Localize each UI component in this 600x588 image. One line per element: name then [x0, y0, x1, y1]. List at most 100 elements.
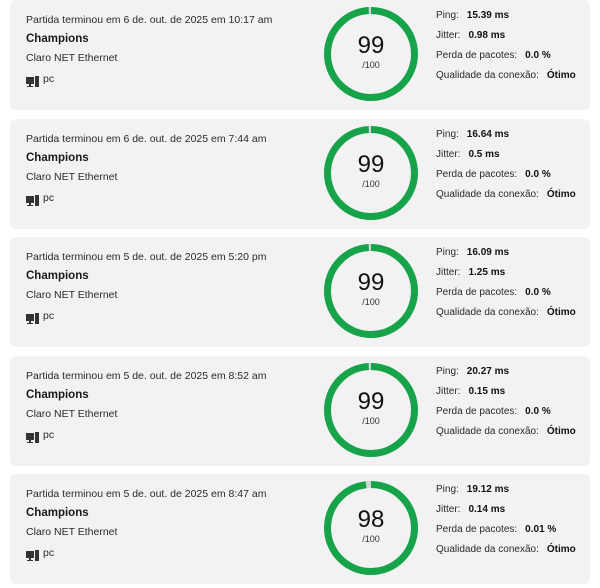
device-info: pc [26, 309, 55, 324]
ping-value: 16.09 ms [466, 247, 510, 258]
score-out-of: /100 [362, 416, 380, 426]
match-info: Partida terminou em 5 de. out. de 2025 e… [26, 237, 316, 347]
device-label: pc [43, 429, 55, 441]
connection-quality-stat: Qualidade da conexão: Ótimo [436, 189, 576, 200]
connection-score-gauge: 99 /100 [321, 123, 421, 223]
connection-quality-value: Ótimo [546, 426, 576, 437]
computer-icon [26, 430, 39, 443]
packet-loss-stat: Perda de pacotes: 0.0 % [436, 287, 551, 298]
match-card[interactable]: Partida terminou em 6 de. out. de 2025 e… [10, 0, 590, 110]
match-ended-text: Partida terminou em 5 de. out. de 2025 e… [26, 251, 267, 263]
device-label: pc [43, 192, 55, 204]
device-info: pc [26, 546, 55, 561]
computer-icon [26, 311, 39, 324]
packet-loss-label: Perda de pacotes: [436, 406, 518, 417]
computer-icon [26, 74, 39, 87]
network-name: Claro NET Ethernet [26, 526, 118, 538]
packet-loss-value: 0.0 % [525, 406, 551, 417]
connection-quality-label: Qualidade da conexão: [436, 189, 539, 200]
jitter-value: 0.98 ms [468, 30, 506, 41]
ping-stat: Ping: 20.27 ms [436, 366, 509, 377]
connection-stats: Ping: 16.09 ms Jitter: 1.25 ms Perda de pa… [436, 237, 586, 347]
ping-label: Ping: [436, 366, 459, 377]
jitter-label: Jitter: [436, 267, 461, 278]
score-out-of: /100 [362, 179, 380, 189]
device-label: pc [43, 547, 55, 559]
jitter-label: Jitter: [436, 386, 461, 397]
packet-loss-value: 0.0 % [525, 287, 551, 298]
ping-value: 16.64 ms [466, 129, 510, 140]
match-card[interactable]: Partida terminou em 5 de. out. de 2025 e… [10, 237, 590, 347]
jitter-stat: Jitter: 0.15 ms [436, 386, 505, 397]
connection-quality-label: Qualidade da conexão: [436, 544, 539, 555]
ping-stat: Ping: 19.12 ms [436, 484, 509, 495]
connection-quality-label: Qualidade da conexão: [436, 307, 539, 318]
connection-score-gauge: 98 /100 [321, 478, 421, 578]
connection-score: 98 [357, 506, 385, 533]
connection-stats: Ping: 16.64 ms Jitter: 0.5 ms Perda de pac… [436, 119, 586, 229]
jitter-label: Jitter: [436, 30, 461, 41]
connection-quality-stat: Qualidade da conexão: Ótimo [436, 307, 576, 318]
connection-stats: Ping: 19.12 ms Jitter: 0.14 ms Perda de pa… [436, 474, 586, 584]
match-history-list: Partida terminou em 6 de. out. de 2025 e… [0, 0, 600, 588]
connection-quality-stat: Qualidade da conexão: Ótimo [436, 544, 576, 555]
match-info: Partida terminou em 6 de. out. de 2025 e… [26, 119, 316, 229]
jitter-stat: Jitter: 0.14 ms [436, 504, 505, 515]
packet-loss-label: Perda de pacotes: [436, 50, 518, 61]
connection-quality-value: Ótimo [546, 189, 576, 200]
ping-label: Ping: [436, 247, 459, 258]
network-name: Claro NET Ethernet [26, 289, 118, 301]
match-info: Partida terminou em 5 de. out. de 2025 e… [26, 356, 316, 466]
score-out-of: /100 [362, 534, 380, 544]
jitter-value: 1.25 ms [468, 267, 506, 278]
jitter-label: Jitter: [436, 504, 461, 515]
computer-icon [26, 193, 39, 206]
packet-loss-value: 0.01 % [525, 524, 557, 535]
packet-loss-stat: Perda de pacotes: 0.0 % [436, 406, 551, 417]
ping-stat: Ping: 15.39 ms [436, 10, 509, 21]
jitter-label: Jitter: [436, 149, 461, 160]
game-mode: Champions [26, 507, 89, 519]
packet-loss-label: Perda de pacotes: [436, 169, 518, 180]
connection-quality-stat: Qualidade da conexão: Ótimo [436, 70, 576, 81]
network-name: Claro NET Ethernet [26, 171, 118, 183]
jitter-stat: Jitter: 0.5 ms [436, 149, 500, 160]
device-info: pc [26, 428, 55, 443]
ping-stat: Ping: 16.64 ms [436, 129, 509, 140]
computer-icon [26, 548, 39, 561]
packet-loss-value: 0.0 % [525, 50, 551, 61]
jitter-value: 0.5 ms [468, 149, 500, 160]
ping-value: 20.27 ms [466, 366, 510, 377]
ping-value: 19.12 ms [466, 484, 510, 495]
connection-stats: Ping: 20.27 ms Jitter: 0.15 ms Perda de pa… [436, 356, 586, 466]
jitter-stat: Jitter: 0.98 ms [436, 30, 505, 41]
connection-score-gauge: 99 /100 [321, 241, 421, 341]
connection-score: 99 [357, 151, 385, 178]
connection-score-gauge: 99 /100 [321, 360, 421, 460]
packet-loss-stat: Perda de pacotes: 0.0 % [436, 50, 551, 61]
match-ended-text: Partida terminou em 6 de. out. de 2025 e… [26, 133, 267, 145]
connection-quality-value: Ótimo [546, 70, 576, 81]
match-info: Partida terminou em 6 de. out. de 2025 e… [26, 0, 316, 110]
connection-quality-label: Qualidade da conexão: [436, 426, 539, 437]
jitter-value: 0.15 ms [468, 386, 506, 397]
connection-score: 99 [357, 388, 385, 415]
match-card[interactable]: Partida terminou em 5 de. out. de 2025 e… [10, 474, 590, 584]
connection-score: 99 [357, 32, 385, 59]
device-info: pc [26, 191, 55, 206]
ping-value: 15.39 ms [466, 10, 510, 21]
connection-stats: Ping: 15.39 ms Jitter: 0.98 ms Perda de pa… [436, 0, 586, 110]
ping-label: Ping: [436, 129, 459, 140]
ping-stat: Ping: 16.09 ms [436, 247, 509, 258]
jitter-value: 0.14 ms [468, 504, 506, 515]
match-card[interactable]: Partida terminou em 5 de. out. de 2025 e… [10, 356, 590, 466]
match-info: Partida terminou em 5 de. out. de 2025 e… [26, 474, 316, 584]
connection-quality-value: Ótimo [546, 307, 576, 318]
device-label: pc [43, 310, 55, 322]
score-out-of: /100 [362, 60, 380, 70]
match-card[interactable]: Partida terminou em 6 de. out. de 2025 e… [10, 119, 590, 229]
ping-label: Ping: [436, 10, 459, 21]
network-name: Claro NET Ethernet [26, 408, 118, 420]
game-mode: Champions [26, 152, 89, 164]
packet-loss-stat: Perda de pacotes: 0.01 % [436, 524, 556, 535]
